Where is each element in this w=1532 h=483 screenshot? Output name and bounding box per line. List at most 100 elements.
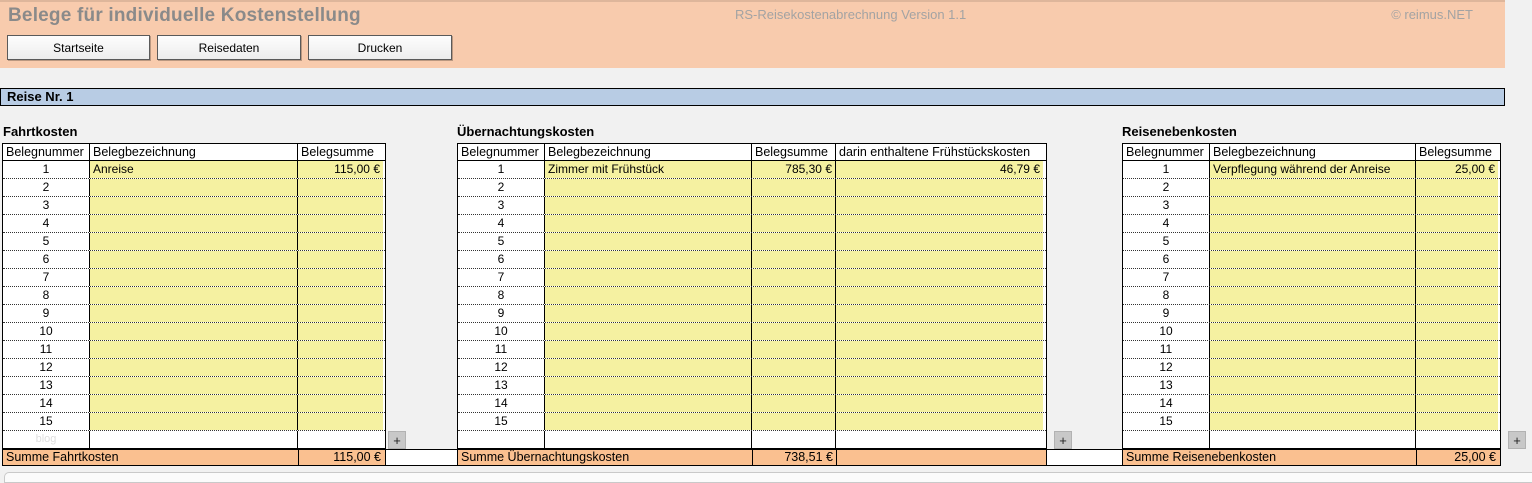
description-cell[interactable] bbox=[1210, 179, 1416, 196]
breakfast-cost-cell[interactable] bbox=[836, 359, 1043, 376]
description-cell[interactable] bbox=[1210, 341, 1416, 358]
breakfast-cost-cell[interactable] bbox=[836, 395, 1043, 412]
description-cell[interactable] bbox=[545, 233, 752, 250]
breakfast-cost-cell[interactable] bbox=[836, 287, 1043, 304]
amount-cell[interactable] bbox=[1416, 341, 1498, 358]
description-cell[interactable] bbox=[1210, 251, 1416, 268]
amount-cell[interactable] bbox=[752, 341, 836, 358]
amount-cell[interactable] bbox=[298, 215, 383, 232]
amount-cell[interactable] bbox=[1416, 305, 1498, 322]
breakfast-cost-cell[interactable] bbox=[836, 215, 1043, 232]
amount-cell[interactable] bbox=[1416, 179, 1498, 196]
amount-cell[interactable] bbox=[298, 395, 383, 412]
description-cell[interactable]: Verpflegung während der Anreise bbox=[1210, 161, 1416, 178]
description-cell[interactable] bbox=[545, 269, 752, 286]
amount-cell[interactable] bbox=[752, 377, 836, 394]
description-cell[interactable] bbox=[545, 179, 752, 196]
description-cell[interactable] bbox=[90, 431, 298, 448]
amount-cell[interactable] bbox=[752, 287, 836, 304]
drucken-button[interactable]: Drucken bbox=[308, 35, 452, 60]
description-cell[interactable] bbox=[1210, 215, 1416, 232]
breakfast-cost-cell[interactable] bbox=[836, 197, 1043, 214]
description-cell[interactable] bbox=[1210, 269, 1416, 286]
description-cell[interactable] bbox=[90, 179, 298, 196]
amount-cell[interactable] bbox=[298, 431, 383, 448]
description-cell[interactable] bbox=[90, 341, 298, 358]
amount-cell[interactable] bbox=[1416, 395, 1498, 412]
amount-cell[interactable] bbox=[1416, 233, 1498, 250]
amount-cell[interactable] bbox=[1416, 359, 1498, 376]
breakfast-cost-cell[interactable] bbox=[836, 413, 1043, 430]
amount-cell[interactable] bbox=[752, 197, 836, 214]
amount-cell[interactable] bbox=[1416, 323, 1498, 340]
description-cell[interactable] bbox=[90, 269, 298, 286]
breakfast-cost-cell[interactable] bbox=[836, 323, 1043, 340]
amount-cell[interactable] bbox=[298, 269, 383, 286]
description-cell[interactable] bbox=[1210, 395, 1416, 412]
amount-cell[interactable] bbox=[752, 215, 836, 232]
description-cell[interactable] bbox=[545, 287, 752, 304]
description-cell[interactable] bbox=[1210, 287, 1416, 304]
breakfast-cost-cell[interactable] bbox=[836, 431, 1043, 448]
description-cell[interactable] bbox=[1210, 323, 1416, 340]
description-cell[interactable] bbox=[1210, 197, 1416, 214]
description-cell[interactable] bbox=[1210, 359, 1416, 376]
description-cell[interactable] bbox=[1210, 431, 1416, 448]
amount-cell[interactable] bbox=[1416, 287, 1498, 304]
description-cell[interactable] bbox=[545, 413, 752, 430]
description-cell[interactable] bbox=[90, 323, 298, 340]
breakfast-cost-cell[interactable]: 46,79 € bbox=[836, 161, 1043, 178]
amount-cell[interactable]: 785,30 € bbox=[752, 161, 836, 178]
amount-cell[interactable] bbox=[1416, 269, 1498, 286]
amount-cell[interactable]: 115,00 € bbox=[298, 161, 383, 178]
reisedaten-button[interactable]: Reisedaten bbox=[157, 35, 301, 60]
amount-cell[interactable] bbox=[752, 395, 836, 412]
breakfast-cost-cell[interactable] bbox=[836, 179, 1043, 196]
bottom-scrollbar-track[interactable] bbox=[4, 472, 1532, 483]
startseite-button[interactable]: Startseite bbox=[7, 35, 150, 60]
amount-cell[interactable] bbox=[298, 359, 383, 376]
description-cell[interactable] bbox=[545, 395, 752, 412]
breakfast-cost-cell[interactable] bbox=[836, 305, 1043, 322]
description-cell[interactable] bbox=[1210, 377, 1416, 394]
amount-cell[interactable] bbox=[298, 251, 383, 268]
description-cell[interactable] bbox=[545, 305, 752, 322]
amount-cell[interactable] bbox=[298, 377, 383, 394]
description-cell[interactable] bbox=[90, 251, 298, 268]
description-cell[interactable] bbox=[545, 341, 752, 358]
amount-cell[interactable] bbox=[298, 413, 383, 430]
description-cell[interactable]: Zimmer mit Frühstück bbox=[545, 161, 752, 178]
description-cell[interactable] bbox=[1210, 233, 1416, 250]
description-cell[interactable] bbox=[545, 251, 752, 268]
breakfast-cost-cell[interactable] bbox=[836, 377, 1043, 394]
amount-cell[interactable] bbox=[752, 431, 836, 448]
add-row-button-uebernachtungskosten[interactable]: + bbox=[1054, 431, 1072, 449]
description-cell[interactable]: Anreise bbox=[90, 161, 298, 178]
breakfast-cost-cell[interactable] bbox=[836, 233, 1043, 250]
description-cell[interactable] bbox=[90, 359, 298, 376]
amount-cell[interactable] bbox=[752, 305, 836, 322]
amount-cell[interactable] bbox=[298, 305, 383, 322]
amount-cell[interactable] bbox=[298, 323, 383, 340]
description-cell[interactable] bbox=[90, 395, 298, 412]
amount-cell[interactable]: 25,00 € bbox=[1416, 161, 1498, 178]
amount-cell[interactable] bbox=[752, 179, 836, 196]
add-row-button-reisenebenkosten[interactable]: + bbox=[1508, 431, 1526, 449]
description-cell[interactable] bbox=[90, 305, 298, 322]
description-cell[interactable] bbox=[545, 323, 752, 340]
description-cell[interactable] bbox=[1210, 413, 1416, 430]
amount-cell[interactable] bbox=[298, 233, 383, 250]
description-cell[interactable] bbox=[545, 359, 752, 376]
amount-cell[interactable] bbox=[752, 323, 836, 340]
description-cell[interactable] bbox=[90, 233, 298, 250]
description-cell[interactable] bbox=[90, 287, 298, 304]
description-cell[interactable] bbox=[545, 377, 752, 394]
amount-cell[interactable] bbox=[1416, 413, 1498, 430]
breakfast-cost-cell[interactable] bbox=[836, 341, 1043, 358]
amount-cell[interactable] bbox=[298, 197, 383, 214]
amount-cell[interactable] bbox=[1416, 215, 1498, 232]
description-cell[interactable] bbox=[545, 215, 752, 232]
description-cell[interactable] bbox=[545, 431, 752, 448]
description-cell[interactable] bbox=[1210, 305, 1416, 322]
breakfast-cost-cell[interactable] bbox=[836, 269, 1043, 286]
